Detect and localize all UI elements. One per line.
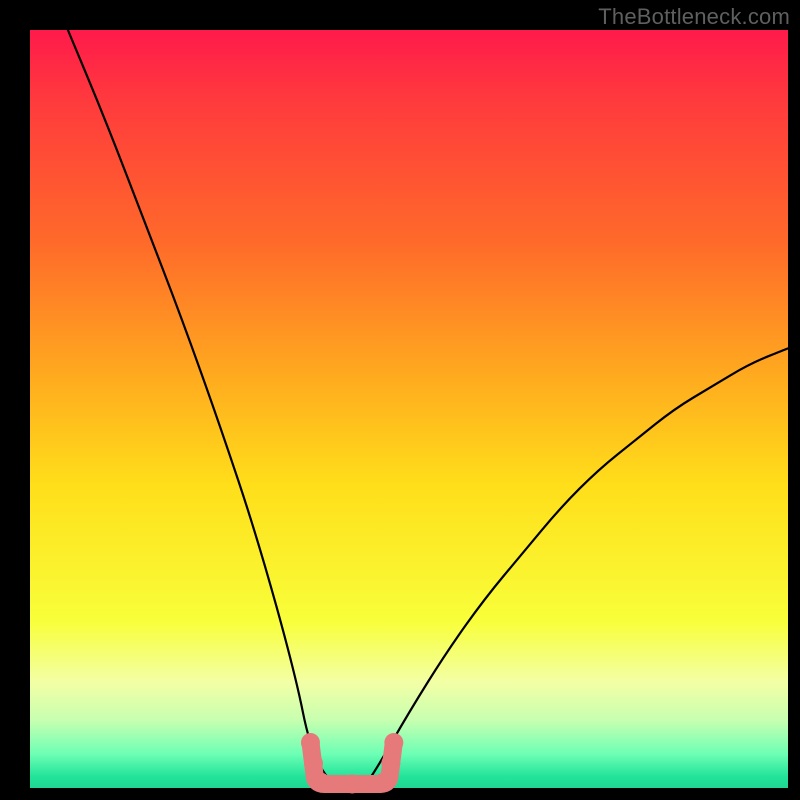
optimum-zone-dot: [304, 754, 323, 773]
chart-stage: TheBottleneck.com: [0, 0, 800, 800]
optimum-zone-dot: [384, 733, 403, 752]
optimum-zone-dot: [301, 733, 320, 752]
optimum-zone-dot: [343, 775, 362, 794]
optimum-zone-dot: [381, 754, 400, 773]
optimum-zone-dot: [374, 773, 393, 792]
optimum-zone-dot: [311, 773, 330, 792]
bottleneck-chart: [0, 0, 800, 800]
watermark-text: TheBottleneck.com: [598, 4, 790, 30]
